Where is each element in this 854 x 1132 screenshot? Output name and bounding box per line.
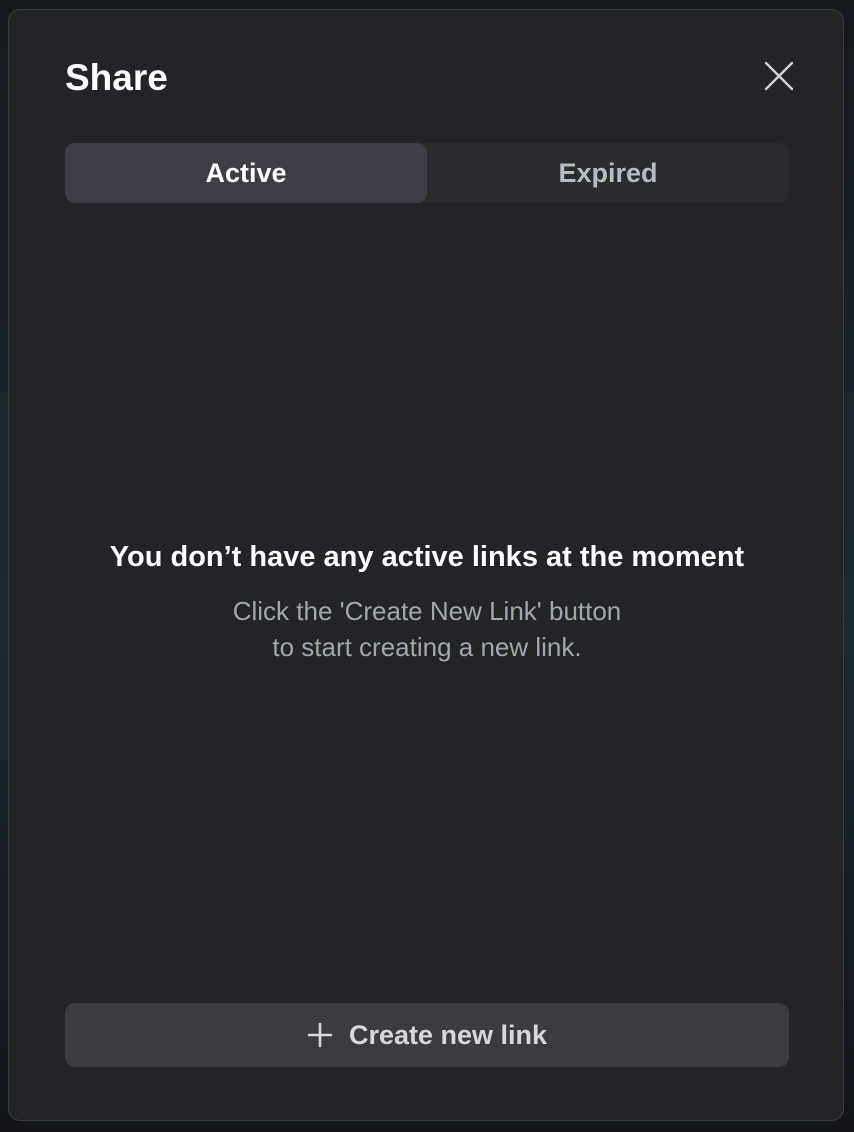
- empty-state: You don’t have any active links at the m…: [9, 537, 845, 665]
- empty-state-description-line-1: Click the 'Create New Link' button: [232, 596, 622, 626]
- create-new-link-label: Create new link: [348, 1019, 548, 1050]
- close-icon: [764, 61, 794, 91]
- share-dialog: Share Active Expired You don’t have any …: [8, 9, 844, 1121]
- empty-state-description-line-2: to start creating a new link.: [272, 632, 582, 662]
- plus-icon: [307, 1022, 333, 1048]
- tab-expired[interactable]: Expired: [427, 143, 789, 203]
- empty-state-description: Click the 'Create New Link' button to st…: [9, 593, 845, 665]
- create-new-link-button[interactable]: Create new link: [65, 1003, 789, 1067]
- tab-active[interactable]: Active: [65, 143, 427, 203]
- tab-bar: Active Expired: [65, 143, 789, 203]
- empty-state-title: You don’t have any active links at the m…: [109, 541, 745, 573]
- dialog-title: Share: [65, 57, 168, 98]
- close-button[interactable]: [759, 56, 799, 96]
